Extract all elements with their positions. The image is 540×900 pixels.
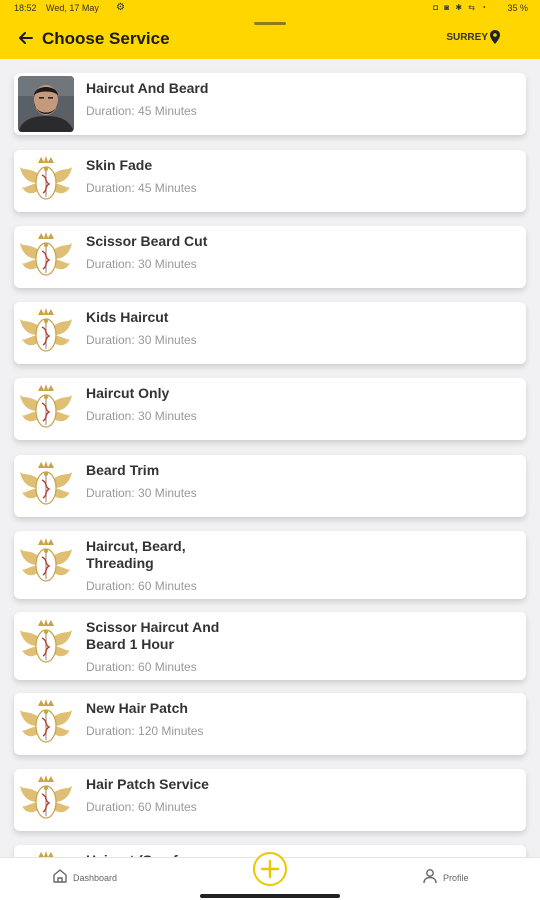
service-name: Haircut, Beard, Threading [86,538,186,571]
settings-gear-icon: ⚙ [116,2,125,13]
service-card[interactable]: Kids Haircut Duration: 30 Minutes [14,302,526,364]
barber-logo-icon [18,772,74,828]
page-title: Choose Service [42,29,170,48]
barber-logo-icon [18,535,74,591]
service-duration: Duration: 30 Minutes [86,257,197,271]
back-arrow-icon[interactable] [16,28,36,48]
service-card[interactable]: Scissor Beard Cut Duration: 30 Minutes [14,226,526,288]
service-duration: Duration: 60 Minutes [86,579,197,593]
app-header: 18:52 Wed, 17 May ⚙ ◘ ◙ ✱ ⇆ ◔ 35 % Choos… [0,0,540,59]
service-card[interactable]: Haircut Only Duration: 30 Minutes [14,378,526,440]
nav-profile-label: Profile [443,873,469,883]
service-duration: Duration: 45 Minutes [86,181,197,195]
barber-logo-icon [18,848,74,857]
barber-logo-icon [18,229,74,285]
barber-logo-icon [18,153,74,209]
service-card[interactable]: Hair Patch Service Duration: 60 Minutes [14,769,526,831]
status-icons: ◘ ◙ ✱ ⇆ ◔ [433,3,488,12]
barber-logo-icon [18,616,74,672]
location-label[interactable]: SURREY [446,32,488,43]
service-duration: Duration: 45 Minutes [86,104,197,118]
service-duration: Duration: 60 Minutes [86,800,197,814]
service-name: Scissor Haircut And Beard 1 Hour [86,619,220,652]
service-card[interactable]: Haircut And Beard Duration: 45 Minutes [14,73,526,135]
service-card[interactable]: Scissor Haircut And Beard 1 Hour Duration… [14,612,526,680]
service-name: Skin Fade [86,157,153,173]
service-card[interactable]: Haircut, Beard, Threading Duration: 60 Mi… [14,531,526,599]
service-name: New Hair Patch [86,700,188,716]
status-date: Wed, 17 May [46,3,99,13]
service-name: Haircut And Beard [86,80,209,96]
plus-icon [260,859,280,879]
service-photo [18,76,74,132]
profile-icon [423,869,437,884]
home-icon [53,869,67,883]
service-duration: Duration: 30 Minutes [86,409,197,423]
service-duration: Duration: 30 Minutes [86,333,197,347]
service-duration: Duration: 30 Minutes [86,486,197,500]
service-duration: Duration: 60 Minutes [86,660,197,674]
add-booking-button[interactable] [253,852,287,886]
service-list[interactable]: Haircut And Beard Duration: 45 Minutes Ski… [0,59,540,857]
service-name: Scissor Beard Cut [86,233,208,249]
service-name: Hair Patch Service [86,776,209,792]
status-time: 18:52 [14,3,37,13]
barber-logo-icon [18,381,74,437]
service-card[interactable]: Skin Fade Duration: 45 Minutes [14,150,526,212]
service-name: Haircut Only [86,385,170,401]
service-duration: Duration: 120 Minutes [86,724,204,738]
drag-handle[interactable] [254,22,286,25]
service-card[interactable]: New Hair Patch Duration: 120 Minutes [14,693,526,755]
service-name: Beard Trim [86,462,160,478]
home-indicator [200,894,340,898]
status-bar: 18:52 Wed, 17 May ⚙ ◘ ◙ ✱ ⇆ ◔ 35 % [0,0,540,16]
barber-logo-icon [18,696,74,752]
service-name: Kids Haircut [86,309,169,325]
battery-level: 35 % [507,3,528,13]
nav-dashboard-label: Dashboard [73,873,118,883]
service-card[interactable]: Beard Trim Duration: 30 Minutes [14,455,526,517]
barber-logo-icon [18,458,74,514]
location-pin-icon[interactable] [490,30,500,44]
barber-logo-icon [18,305,74,361]
